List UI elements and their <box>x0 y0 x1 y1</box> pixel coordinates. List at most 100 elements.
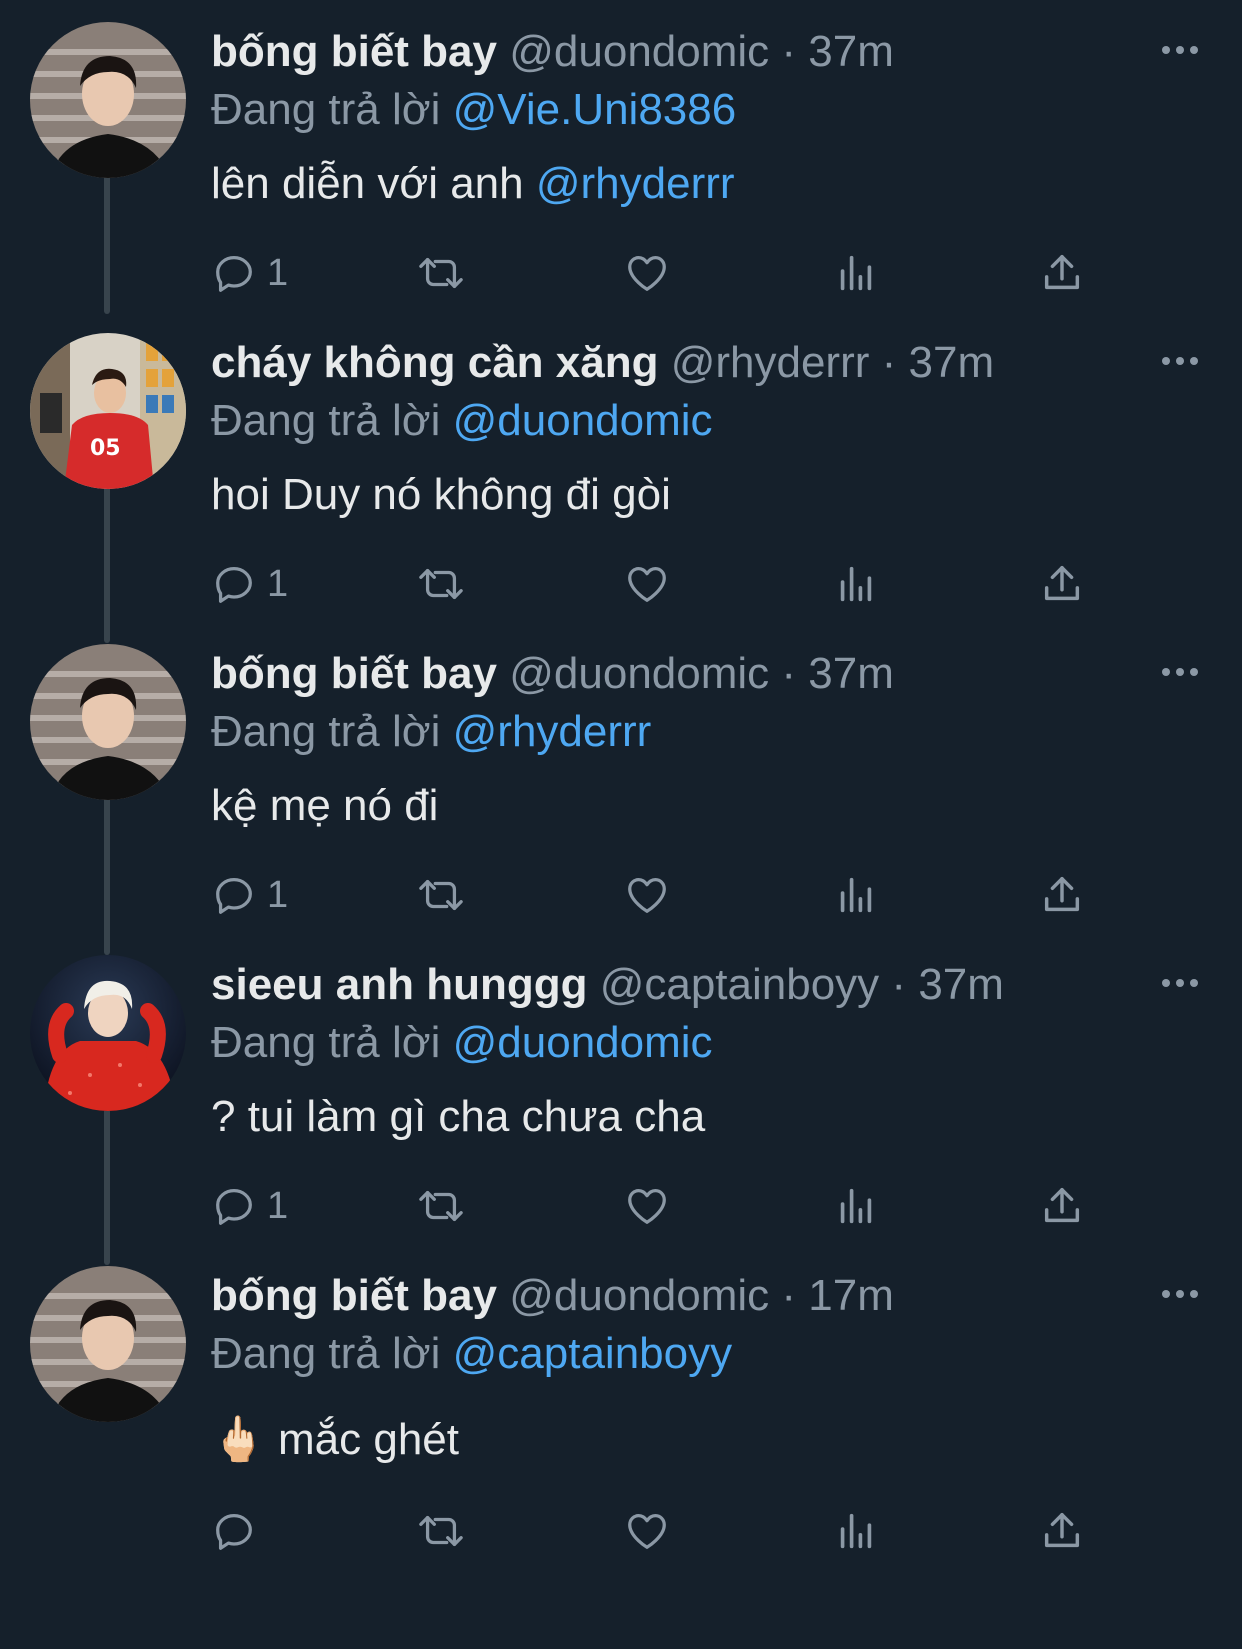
like-icon <box>628 1514 666 1549</box>
views-icon <box>840 877 872 913</box>
tweet[interactable]: 05 cháy không cần xăng @rhyderrr · 37m Đ… <box>0 311 1242 638</box>
tweet[interactable]: bống biết bay @duondomic · 17m Đang trả … <box>0 1244 1242 1571</box>
reply-button[interactable]: 1 <box>211 867 288 923</box>
retweet-icon <box>419 1515 463 1547</box>
separator-dot: · <box>781 649 797 698</box>
avatar-duondomic[interactable] <box>30 22 186 178</box>
share-icon <box>1044 254 1080 290</box>
action-bar: 1 <box>211 556 1091 612</box>
avatar-captainboyy[interactable] <box>30 955 186 1111</box>
tweet-header: bống biết bay @duondomic · 17m <box>211 1266 1121 1326</box>
tweet-header: bống biết bay @duondomic · 37m <box>211 22 1121 82</box>
retweet-button[interactable] <box>416 867 466 923</box>
more-horizontal-icon[interactable] <box>1152 1284 1208 1304</box>
tweet-text-mention[interactable]: @rhyderrr <box>536 159 735 208</box>
share-icon <box>1044 876 1080 912</box>
replying-to: Đang trả lời @duondomic <box>211 1013 713 1073</box>
tweet-text: ? tui làm gì cha chưa cha <box>211 1085 705 1149</box>
like-button[interactable] <box>624 1178 670 1234</box>
separator-dot: · <box>891 960 907 1009</box>
user-handle[interactable]: @duondomic <box>509 1271 769 1320</box>
avatar-duondomic[interactable] <box>30 1266 186 1422</box>
retweet-button[interactable] <box>416 245 466 301</box>
user-handle[interactable]: @rhyderrr <box>671 338 870 387</box>
display-name[interactable]: bống biết bay <box>211 27 497 76</box>
views-icon <box>840 1513 872 1549</box>
retweet-button[interactable] <box>416 1503 466 1559</box>
share-button[interactable] <box>1039 1503 1085 1559</box>
tweet-text-body: lên diễn với anh <box>211 159 536 208</box>
tweet-text: kệ mẹ nó đi <box>211 774 438 838</box>
replying-to-mention[interactable]: @duondomic <box>453 396 713 445</box>
like-button[interactable] <box>624 556 670 612</box>
like-button[interactable] <box>624 1503 670 1559</box>
views-button[interactable] <box>833 1178 879 1234</box>
reply-button[interactable]: 1 <box>211 556 288 612</box>
share-button[interactable] <box>1039 867 1085 923</box>
tweet-text: hoi Duy nó không đi gòi <box>211 463 671 527</box>
share-button[interactable] <box>1039 245 1085 301</box>
views-button[interactable] <box>833 1503 879 1559</box>
replying-to-label: Đang trả lời <box>211 85 441 134</box>
more-horizontal-icon[interactable] <box>1152 973 1208 993</box>
display-name[interactable]: bống biết bay <box>211 1271 497 1320</box>
like-icon <box>628 256 666 291</box>
tweet-text-body: kệ mẹ nó đi <box>211 781 439 830</box>
replying-to-mention[interactable]: @rhyderrr <box>453 707 652 756</box>
reply-icon <box>216 567 252 603</box>
like-button[interactable] <box>624 867 670 923</box>
avatar-duondomic[interactable] <box>30 644 186 800</box>
share-icon <box>1044 565 1080 601</box>
replying-to-mention[interactable]: @Vie.Uni8386 <box>453 85 737 134</box>
reply-button[interactable]: 1 <box>211 1178 288 1234</box>
display-name[interactable]: sieeu anh hunggg <box>211 960 587 1009</box>
more-horizontal-icon[interactable] <box>1152 40 1208 60</box>
replying-to-label: Đang trả lời <box>211 1329 441 1378</box>
action-bar: 1 <box>211 245 1091 301</box>
views-icon <box>840 566 872 602</box>
timestamp[interactable]: 17m <box>808 1271 894 1320</box>
more-horizontal-icon[interactable] <box>1152 351 1208 371</box>
replying-to-label: Đang trả lời <box>211 707 441 756</box>
like-icon <box>628 567 666 602</box>
share-button[interactable] <box>1039 556 1085 612</box>
tweet-text-body: 🖕🏻 mắc ghét <box>211 1415 459 1464</box>
views-button[interactable] <box>833 556 879 612</box>
timestamp[interactable]: 37m <box>909 338 995 387</box>
replying-to: Đang trả lời @captainboyy <box>211 1324 732 1384</box>
reply-count: 1 <box>267 562 289 605</box>
tweet[interactable]: bống biết bay @duondomic · 37m Đang trả … <box>0 622 1242 949</box>
timestamp[interactable]: 37m <box>808 27 894 76</box>
more-horizontal-icon[interactable] <box>1152 662 1208 682</box>
tweet-header: sieeu anh hunggg @captainboyy · 37m <box>211 955 1121 1015</box>
separator-dot: · <box>781 1271 797 1320</box>
tweet[interactable]: sieeu anh hunggg @captainboyy · 37m Đang… <box>0 933 1242 1260</box>
timestamp[interactable]: 37m <box>918 960 1004 1009</box>
svg-text:05: 05 <box>90 436 121 461</box>
like-button[interactable] <box>624 245 670 301</box>
views-button[interactable] <box>833 245 879 301</box>
timestamp[interactable]: 37m <box>808 649 894 698</box>
avatar-rhyderrr[interactable]: 05 <box>30 333 186 489</box>
user-handle[interactable]: @duondomic <box>509 649 769 698</box>
retweet-button[interactable] <box>416 1178 466 1234</box>
reply-button[interactable] <box>211 1503 267 1559</box>
share-icon <box>1044 1187 1080 1223</box>
action-bar: 1 <box>211 867 1091 923</box>
share-button[interactable] <box>1039 1178 1085 1234</box>
user-handle[interactable]: @duondomic <box>509 27 769 76</box>
replying-to-mention[interactable]: @duondomic <box>453 1018 713 1067</box>
display-name[interactable]: bống biết bay <box>211 649 497 698</box>
retweet-icon <box>419 879 463 911</box>
tweet[interactable]: bống biết bay @duondomic · 37m Đang trả … <box>0 0 1242 327</box>
reply-icon <box>216 1189 252 1225</box>
views-button[interactable] <box>833 867 879 923</box>
user-handle[interactable]: @captainboyy <box>600 960 880 1009</box>
like-icon <box>628 1189 666 1224</box>
reply-button[interactable]: 1 <box>211 245 288 301</box>
display-name[interactable]: cháy không cần xăng <box>211 338 658 387</box>
replying-to-mention[interactable]: @captainboyy <box>453 1329 733 1378</box>
retweet-button[interactable] <box>416 556 466 612</box>
reply-count: 1 <box>267 873 289 916</box>
tweet-text: lên diễn với anh @rhyderrr <box>211 152 735 216</box>
